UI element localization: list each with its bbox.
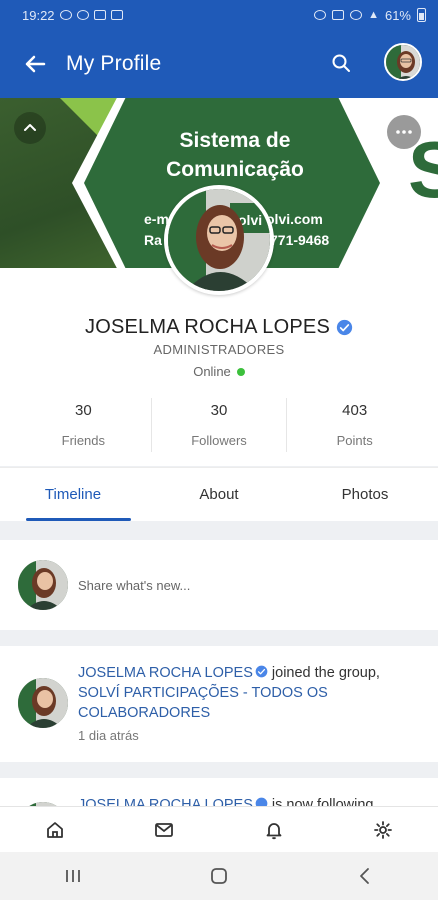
chevron-up-icon	[24, 124, 36, 131]
battery-percent: 61%	[384, 7, 411, 23]
wifi-icon	[350, 10, 363, 20]
nav-messages[interactable]	[110, 807, 220, 852]
online-dot-icon	[236, 367, 245, 376]
nav-notifications[interactable]	[219, 807, 329, 852]
nav-home[interactable]	[0, 807, 110, 852]
online-status: Online	[0, 364, 438, 379]
actor-link[interactable]: JOSELMA ROCHA LOPES	[78, 665, 253, 681]
activity-item: JOSELMA ROCHA LOPES joined the group, SO…	[0, 646, 438, 762]
post-composer[interactable]: Share what's new...	[0, 540, 438, 630]
home-system-button[interactable]	[146, 852, 292, 900]
home-icon	[46, 821, 63, 838]
stat-followers[interactable]: 30 Followers	[150, 398, 287, 452]
page-title: My Profile	[66, 52, 162, 75]
verified-badge-icon	[336, 319, 353, 336]
profile-role: ADMINISTRADORES	[153, 342, 285, 357]
stat-points[interactable]: 403 Points	[286, 398, 422, 452]
tab-about[interactable]: About	[146, 468, 292, 521]
battery-icon	[417, 8, 426, 22]
alarm-icon	[314, 10, 327, 20]
chevron-left-icon	[360, 868, 369, 884]
activity-text: JOSELMA ROCHA LOPES joined the group, SO…	[78, 663, 408, 723]
avatar	[18, 560, 68, 610]
arrow-left-icon	[25, 55, 46, 73]
nav-settings[interactable]	[329, 807, 438, 852]
profile-name: JOSELMA ROCHA LOPES	[0, 316, 438, 339]
bottom-nav	[0, 806, 438, 852]
profile-avatar[interactable]: olvi	[164, 185, 274, 295]
back-system-button[interactable]	[292, 852, 438, 900]
composer-placeholder: Share what's new...	[78, 577, 191, 593]
app-bar: My Profile	[0, 30, 438, 98]
gear-icon	[374, 820, 393, 839]
verified-badge-icon	[255, 665, 268, 678]
signal-icon: ▲	[368, 9, 379, 21]
profile-tabs: Timeline About Photos	[0, 467, 438, 521]
mail-icon	[155, 822, 174, 837]
more-options-button[interactable]	[387, 115, 421, 149]
more-horizontal-icon	[396, 130, 412, 134]
chat-icon	[76, 10, 89, 20]
recent-apps-icon	[66, 870, 80, 882]
activity-timestamp: 1 dia atrás	[78, 728, 139, 743]
activity-action: joined the group,	[271, 665, 380, 681]
avatar[interactable]	[18, 678, 68, 728]
home-square-icon	[211, 868, 227, 884]
stat-friends[interactable]: 30 Friends	[16, 398, 151, 452]
tab-photos[interactable]: Photos	[292, 468, 438, 521]
profile-stats: 30 Friends 30 Followers 403 Points	[16, 398, 422, 452]
system-navigation-bar	[0, 852, 438, 900]
user-avatar-button[interactable]	[384, 43, 422, 81]
status-time: 19:22	[22, 7, 55, 23]
cover-title: Sistema de Comunicação	[166, 129, 304, 181]
bell-icon	[266, 822, 282, 839]
collapse-button[interactable]	[14, 112, 46, 144]
screen-icon	[93, 10, 106, 20]
recent-apps-button[interactable]	[0, 852, 146, 900]
whatsapp-icon	[59, 10, 72, 20]
back-button[interactable]	[20, 49, 50, 79]
status-bar: 19:22 ▲ 61%	[0, 0, 438, 30]
search-button[interactable]	[326, 48, 356, 78]
avatar	[386, 45, 420, 79]
avatar: olvi	[168, 189, 270, 291]
activity-item: JOSELMA ROCHA LOPES is now following	[0, 778, 438, 808]
mute-icon	[332, 10, 345, 20]
group-link[interactable]: SOLVÍ PARTICIPAÇÕES - TODOS OS COLABORAD…	[78, 685, 328, 721]
image-icon	[110, 10, 123, 20]
tab-timeline[interactable]: Timeline	[0, 468, 146, 521]
search-icon	[332, 54, 350, 72]
